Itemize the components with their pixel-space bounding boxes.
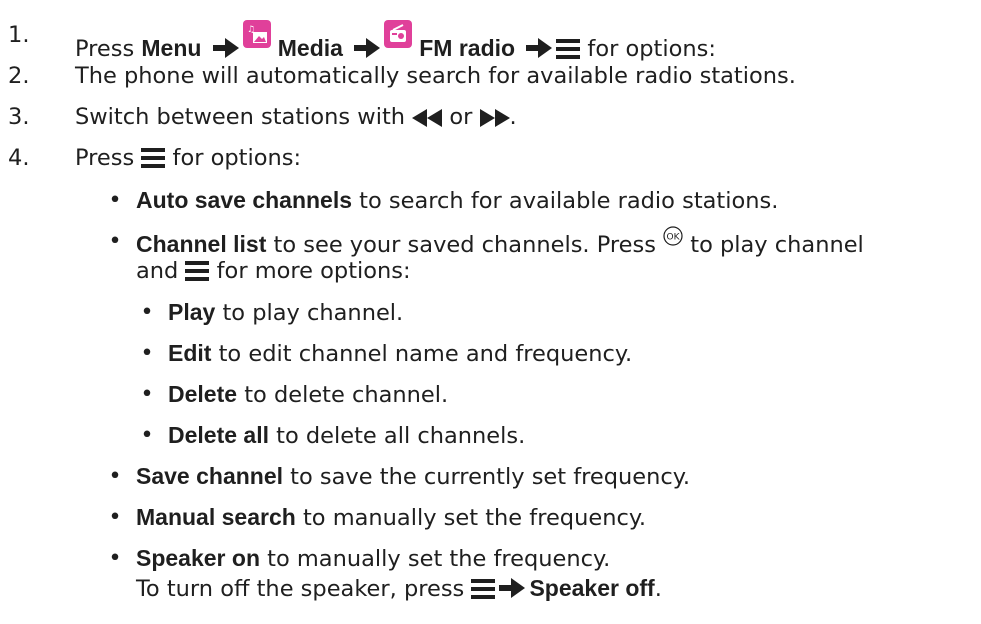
step-text: for options: — [165, 145, 302, 171]
arrow-right-icon — [213, 38, 239, 58]
radio-icon — [384, 20, 413, 48]
media-label: Media — [277, 35, 343, 61]
arrow-right-icon — [499, 578, 525, 598]
bullet: • — [140, 299, 154, 325]
step-number: 3. — [8, 104, 30, 130]
fast-forward-icon — [479, 109, 510, 127]
option-term: Manual search — [136, 504, 296, 530]
option-desc: to manually set the frequency. — [295, 505, 647, 531]
speaker-off-label: Speaker off — [529, 575, 655, 601]
option-desc: and — [136, 258, 186, 284]
option-desc: to see your saved channels. Press — [266, 232, 664, 258]
option-desc: to play channel — [683, 232, 864, 258]
bullet: • — [140, 381, 154, 407]
option-desc: . — [654, 576, 662, 602]
bullet: • — [108, 228, 122, 254]
option-term: Speaker on — [136, 545, 260, 571]
step-text: The phone will automatically search for … — [75, 63, 796, 89]
menu-icon — [556, 39, 580, 59]
bullet: • — [140, 340, 154, 366]
menu-icon — [141, 148, 165, 168]
step-text: or — [442, 104, 480, 130]
step-text: . — [509, 104, 517, 130]
step-text: Press — [75, 145, 142, 171]
option-desc: to save the currently set frequency. — [283, 464, 691, 490]
suboption-desc: to edit channel name and frequency. — [211, 341, 633, 367]
step-number: 4. — [8, 145, 30, 171]
bullet: • — [108, 545, 122, 571]
svg-text:OK: OK — [667, 233, 681, 243]
arrow-right-icon — [354, 38, 380, 58]
bullet: • — [140, 422, 154, 448]
suboption-desc: to play channel. — [215, 300, 404, 326]
option-desc: to manually set the frequency. — [260, 546, 611, 572]
option-term: Save channel — [136, 463, 284, 489]
fm-radio-label: FM radio — [419, 35, 516, 61]
suboption-term: Play — [168, 299, 216, 325]
option-desc: To turn off the speaker, press — [136, 576, 472, 602]
ok-key-icon: OK — [663, 226, 683, 246]
arrow-right-icon — [526, 38, 552, 58]
bullet: • — [108, 187, 122, 213]
rewind-icon — [412, 109, 443, 127]
step-number: 2. — [8, 63, 30, 89]
step-number: 1. — [8, 22, 30, 48]
option-term: Auto save channels — [136, 187, 353, 213]
suboption-desc: to delete all channels. — [269, 423, 526, 449]
suboption-desc: to delete channel. — [237, 382, 449, 408]
option-desc: for more options: — [209, 258, 411, 284]
menu-icon — [185, 261, 209, 281]
option-desc: to search for available radio stations. — [352, 188, 779, 214]
step-text: Press — [75, 36, 142, 62]
step-text: Switch between stations with — [75, 104, 413, 130]
step-text: for options: — [580, 36, 716, 62]
menu-label: Menu — [141, 35, 202, 61]
bullet: • — [108, 504, 122, 530]
bullet: • — [108, 463, 122, 489]
suboption-term: Delete all — [168, 422, 269, 448]
option-term: Channel list — [136, 231, 267, 257]
suboption-term: Delete — [168, 381, 238, 407]
menu-icon — [471, 579, 495, 599]
suboption-term: Edit — [168, 340, 212, 366]
media-icon: ♫ — [242, 20, 271, 48]
fm-radio-instructions: 1. Press Menu ♫ Media FM radio for optio… — [0, 0, 981, 624]
